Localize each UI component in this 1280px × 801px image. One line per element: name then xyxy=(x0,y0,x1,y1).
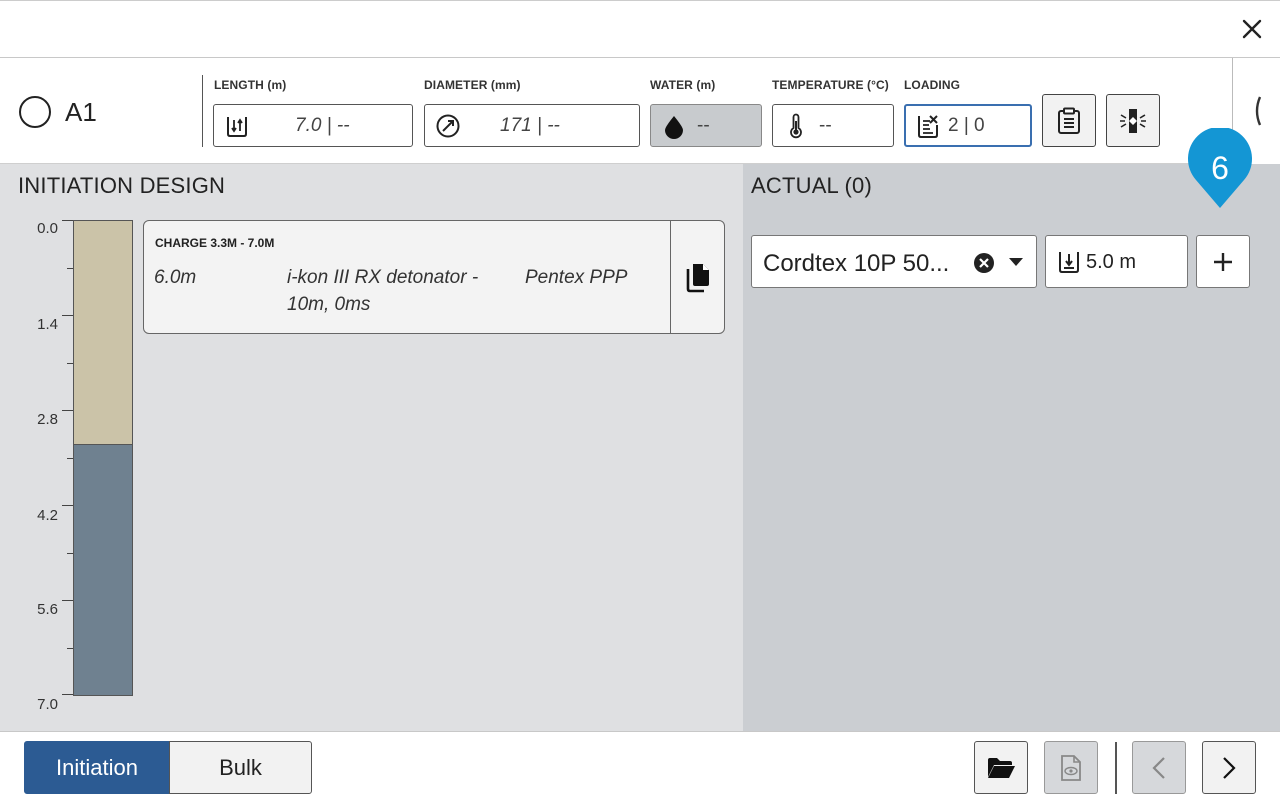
length-label: LENGTH (m) xyxy=(214,78,287,92)
depth-label: 5.6 xyxy=(37,601,58,618)
open-folder-button[interactable] xyxy=(974,741,1028,794)
close-icon xyxy=(1242,19,1262,39)
document-preview-icon xyxy=(1061,754,1081,781)
loading-field[interactable]: 2 | 0 xyxy=(904,104,1032,147)
hole-depth-icon xyxy=(1059,252,1079,273)
actual-title: ACTUAL (0) xyxy=(751,173,872,198)
product-select[interactable]: Cordtex 10P 50... xyxy=(751,235,1037,288)
add-product-button[interactable] xyxy=(1196,235,1250,288)
footer-toolbar: Initiation Bulk xyxy=(0,731,1280,801)
column-segment-stemming xyxy=(73,220,133,445)
depth-label: 1.4 xyxy=(37,316,58,333)
temperature-label: TEMPERATURE (°C) xyxy=(772,78,889,92)
hole-length-icon xyxy=(227,117,247,137)
water-value: -- xyxy=(697,115,710,136)
footer-divider xyxy=(1115,742,1117,794)
temperature-value: -- xyxy=(819,115,832,136)
temperature-field[interactable]: -- xyxy=(772,104,894,147)
tutorial-step-badge: 6 xyxy=(1186,126,1254,210)
chevron-down-icon[interactable] xyxy=(1008,257,1024,267)
diameter-icon xyxy=(436,114,460,138)
actual-length-value: 5.0 m xyxy=(1086,251,1137,273)
tab-initiation[interactable]: Initiation xyxy=(24,741,170,794)
next-button[interactable] xyxy=(1202,741,1256,794)
copy-icon xyxy=(686,264,709,293)
tutorial-step-number: 6 xyxy=(1211,150,1229,186)
hole-header: A1 LENGTH (m) 7.0 | -- DIAMETER (mm) 171… xyxy=(0,58,1280,164)
depth-label: 4.2 xyxy=(37,507,58,524)
copy-charge-button[interactable] xyxy=(670,221,724,333)
detonator-button[interactable] xyxy=(1106,94,1160,147)
clear-icon[interactable] xyxy=(973,252,995,274)
previous-button[interactable] xyxy=(1132,741,1186,794)
charge-card[interactable]: CHARGE 3.3M - 7.0M 6.0m i-kon III RX det… xyxy=(143,220,725,334)
clipboard-icon xyxy=(1058,107,1080,134)
length-field[interactable]: 7.0 | -- xyxy=(213,104,413,147)
depth-label: 0.0 xyxy=(37,220,58,237)
water-field: -- xyxy=(650,104,762,147)
diameter-label: DIAMETER (mm) xyxy=(424,78,521,92)
charge-heading: CHARGE 3.3M - 7.0M xyxy=(155,236,275,250)
loading-icon xyxy=(918,115,938,138)
preview-document-button[interactable] xyxy=(1044,741,1098,794)
folder-open-icon xyxy=(988,757,1015,778)
initiation-design-title: INITIATION DESIGN xyxy=(18,173,226,198)
column-segment-charge[interactable] xyxy=(73,443,133,696)
clipboard-button[interactable] xyxy=(1042,94,1096,147)
actual-panel: ACTUAL (0) Cordtex 10P 50... 5.0 m xyxy=(743,164,1280,731)
hole-name: A1 xyxy=(65,97,97,127)
charge-booster: Pentex PPP xyxy=(525,267,628,288)
actual-length-field[interactable]: 5.0 m xyxy=(1045,235,1188,288)
depth-label: 2.8 xyxy=(37,411,58,428)
charge-depth: 6.0m xyxy=(154,267,197,288)
chevron-left-icon xyxy=(1152,756,1165,779)
length-value: 7.0 | -- xyxy=(295,115,350,136)
hole-select-radio[interactable] xyxy=(19,96,51,128)
charge-detonator: i-kon III RX detonator - 10m, 0ms xyxy=(287,267,479,315)
title-bar xyxy=(0,0,1280,58)
detonator-icon xyxy=(1120,108,1146,133)
loading-label: LOADING xyxy=(904,78,961,92)
water-drop-icon xyxy=(665,116,683,139)
chevron-right-icon xyxy=(1223,756,1236,779)
header-divider xyxy=(202,75,203,147)
diameter-value: 171 | -- xyxy=(500,115,560,136)
product-select-value: Cordtex 10P 50... xyxy=(763,250,950,277)
plus-icon xyxy=(1214,252,1232,271)
depth-label: 7.0 xyxy=(37,696,58,713)
close-button[interactable] xyxy=(1238,15,1266,43)
diameter-field[interactable]: 171 | -- xyxy=(424,104,640,147)
water-label: WATER (m) xyxy=(650,78,716,92)
initiation-design-panel: INITIATION DESIGN 0.0 1.4 2.8 4.2 5.6 7.… xyxy=(0,164,743,731)
bracket-icon xyxy=(1255,96,1261,126)
thermometer-icon xyxy=(790,113,802,139)
loading-value: 2 | 0 xyxy=(948,115,985,136)
tab-bulk[interactable]: Bulk xyxy=(169,741,312,794)
